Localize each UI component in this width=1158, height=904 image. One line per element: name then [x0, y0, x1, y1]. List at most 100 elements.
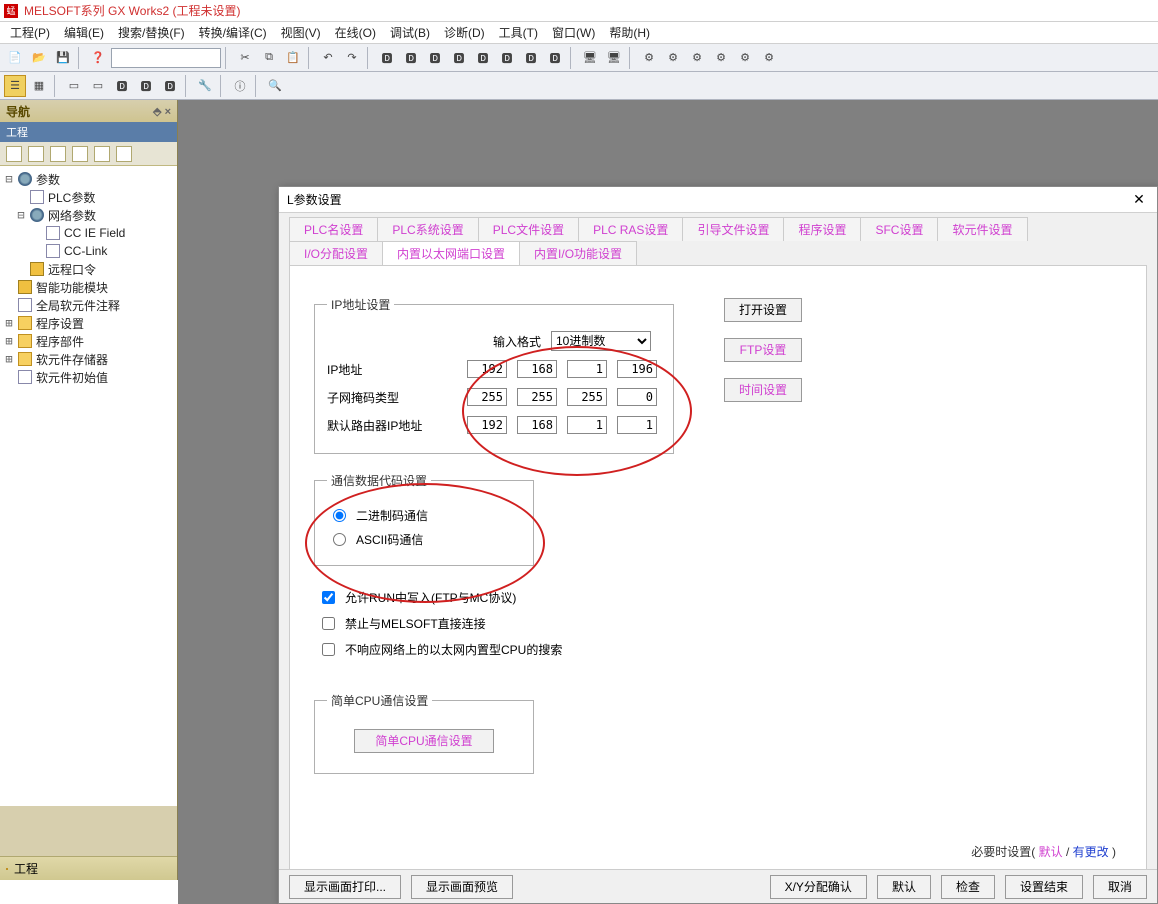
dev-icon[interactable]: 🅳: [376, 47, 398, 69]
redo-icon[interactable]: ↷: [341, 47, 363, 69]
gw-octet-2[interactable]: [517, 416, 557, 434]
tree-item[interactable]: 软元件初始值: [0, 368, 177, 386]
dev-icon[interactable]: 🅳: [424, 47, 446, 69]
monitor-icon[interactable]: 🖥: [603, 47, 625, 69]
menu-item[interactable]: 诊断(D): [444, 24, 485, 41]
toolbar-combo[interactable]: [111, 48, 221, 68]
tool-icon[interactable]: ⚙: [638, 47, 660, 69]
project-tree[interactable]: ⊟参数PLC参数⊟网络参数CC IE FieldCC-Link远程口令智能功能模…: [0, 166, 177, 806]
search-icon[interactable]: 🔍: [264, 75, 286, 97]
tab[interactable]: PLC系统设置: [377, 217, 478, 241]
tab[interactable]: PLC RAS设置: [578, 217, 683, 241]
param-icon[interactable]: 🔧: [194, 75, 216, 97]
menu-item[interactable]: 搜索/替换(F): [118, 24, 185, 41]
gw-octet-3[interactable]: [567, 416, 607, 434]
check-button[interactable]: 检查: [941, 875, 995, 899]
dev-icon[interactable]: 🅳: [135, 75, 157, 97]
nav-icon[interactable]: ☰: [4, 75, 26, 97]
dev-icon[interactable]: 🅳: [400, 47, 422, 69]
expand-icon[interactable]: ⊞: [4, 352, 14, 366]
allow-run-write-checkbox[interactable]: [322, 591, 335, 604]
menu-item[interactable]: 调试(B): [390, 24, 430, 41]
print-button[interactable]: 显示画面打印...: [289, 875, 401, 899]
tab[interactable]: I/O分配设置: [289, 241, 383, 265]
tree-item[interactable]: ⊟网络参数: [0, 206, 177, 224]
tool-icon[interactable]: ⚙: [662, 47, 684, 69]
monitor-icon[interactable]: 🖥: [579, 47, 601, 69]
close-icon[interactable]: ✕: [1129, 190, 1149, 210]
dev-icon[interactable]: 🅳: [520, 47, 542, 69]
simple-cpu-button[interactable]: 简单CPU通信设置: [354, 729, 494, 753]
tree-item[interactable]: CC IE Field: [0, 224, 177, 242]
tree-item[interactable]: 远程口令: [0, 260, 177, 278]
dev-icon[interactable]: 🅳: [448, 47, 470, 69]
menu-item[interactable]: 视图(V): [281, 24, 321, 41]
ip-octet-4[interactable]: [617, 360, 657, 378]
mask-octet-2[interactable]: [517, 388, 557, 406]
ascii-radio[interactable]: [333, 533, 346, 546]
menu-item[interactable]: 在线(O): [335, 24, 376, 41]
cancel-button[interactable]: 取消: [1093, 875, 1147, 899]
expand-icon[interactable]: ⊟: [4, 172, 14, 186]
mask-octet-1[interactable]: [467, 388, 507, 406]
save-icon[interactable]: 💾: [52, 47, 74, 69]
window-icon[interactable]: ▭: [63, 75, 85, 97]
tree-item[interactable]: 智能功能模块: [0, 278, 177, 296]
tree-item[interactable]: ⊟参数: [0, 170, 177, 188]
tab[interactable]: PLC文件设置: [478, 217, 579, 241]
nav-tool-icon[interactable]: [6, 146, 22, 162]
tree-item[interactable]: ⊞程序部件: [0, 332, 177, 350]
gw-octet-1[interactable]: [467, 416, 507, 434]
ip-octet-1[interactable]: [467, 360, 507, 378]
expand-icon[interactable]: ⊞: [4, 316, 14, 330]
tree-item[interactable]: ⊞程序设置: [0, 314, 177, 332]
time-settings-button[interactable]: 时间设置: [724, 378, 802, 402]
menu-item[interactable]: 工程(P): [10, 24, 50, 41]
tab[interactable]: SFC设置: [860, 217, 938, 241]
nav-icon[interactable]: ▦: [28, 75, 50, 97]
undo-icon[interactable]: ↶: [317, 47, 339, 69]
dev-icon[interactable]: 🅳: [159, 75, 181, 97]
tree-item[interactable]: 全局软元件注释: [0, 296, 177, 314]
ftp-settings-button[interactable]: FTP设置: [724, 338, 802, 362]
cut-icon[interactable]: ✂: [234, 47, 256, 69]
menu-item[interactable]: 编辑(E): [64, 24, 104, 41]
nav-tool-icon[interactable]: [94, 146, 110, 162]
tab[interactable]: 程序设置: [783, 217, 861, 241]
menu-item[interactable]: 窗口(W): [552, 24, 595, 41]
xy-confirm-button[interactable]: X/Y分配确认: [770, 875, 867, 899]
ip-octet-2[interactable]: [517, 360, 557, 378]
format-select[interactable]: 10进制数: [551, 331, 651, 351]
open-settings-button[interactable]: 打开设置: [724, 298, 802, 322]
default-button[interactable]: 默认: [877, 875, 931, 899]
expand-icon[interactable]: ⊟: [16, 208, 26, 222]
new-icon[interactable]: 📄: [4, 47, 26, 69]
nav-tool-icon[interactable]: [28, 146, 44, 162]
menu-item[interactable]: 帮助(H): [609, 24, 650, 41]
menu-item[interactable]: 工具(T): [499, 24, 538, 41]
tab[interactable]: 引导文件设置: [682, 217, 784, 241]
end-settings-button[interactable]: 设置结束: [1005, 875, 1083, 899]
tool-icon[interactable]: ⚙: [734, 47, 756, 69]
dev-icon[interactable]: 🅳: [496, 47, 518, 69]
gw-octet-4[interactable]: [617, 416, 657, 434]
forbid-melsoft-checkbox[interactable]: [322, 617, 335, 630]
preview-button[interactable]: 显示画面预览: [411, 875, 513, 899]
binary-radio[interactable]: [333, 509, 346, 522]
dev-icon[interactable]: 🅳: [544, 47, 566, 69]
paste-icon[interactable]: 📋: [282, 47, 304, 69]
ip-octet-3[interactable]: [567, 360, 607, 378]
nav-pin-close[interactable]: ⬘ ×: [153, 105, 171, 118]
open-icon[interactable]: 📂: [28, 47, 50, 69]
nav-tool-icon[interactable]: [72, 146, 88, 162]
nav-tool-icon[interactable]: [50, 146, 66, 162]
tab[interactable]: 软元件设置: [937, 217, 1027, 241]
tab[interactable]: 内置I/O功能设置: [519, 241, 637, 265]
tool-icon[interactable]: ⚙: [710, 47, 732, 69]
window-icon[interactable]: ▭: [87, 75, 109, 97]
info-icon[interactable]: ⓘ: [229, 75, 251, 97]
tree-item[interactable]: CC-Link: [0, 242, 177, 260]
tool-icon[interactable]: ⚙: [686, 47, 708, 69]
expand-icon[interactable]: ⊞: [4, 334, 14, 348]
copy-icon[interactable]: ⧉: [258, 47, 280, 69]
